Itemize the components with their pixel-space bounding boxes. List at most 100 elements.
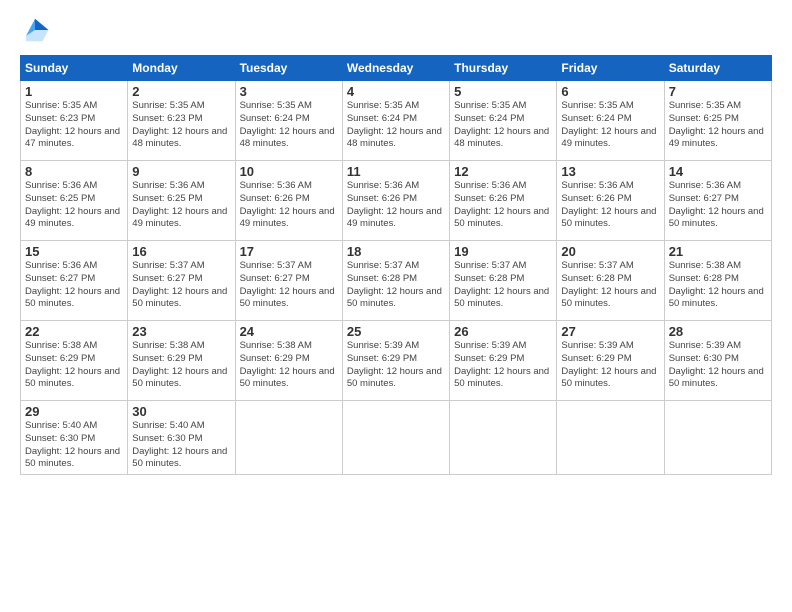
day-cell: [235, 401, 342, 475]
week-row-2: 8Sunrise: 5:36 AMSunset: 6:25 PMDaylight…: [21, 161, 772, 241]
weekday-header-wednesday: Wednesday: [342, 56, 449, 81]
day-number: 6: [561, 84, 659, 99]
day-info: Sunrise: 5:35 AMSunset: 6:24 PMDaylight:…: [240, 100, 338, 151]
day-number: 3: [240, 84, 338, 99]
day-info: Sunrise: 5:37 AMSunset: 6:27 PMDaylight:…: [132, 260, 230, 311]
day-info: Sunrise: 5:35 AMSunset: 6:23 PMDaylight:…: [132, 100, 230, 151]
day-cell: 17Sunrise: 5:37 AMSunset: 6:27 PMDayligh…: [235, 241, 342, 321]
day-number: 20: [561, 244, 659, 259]
day-info: Sunrise: 5:36 AMSunset: 6:26 PMDaylight:…: [240, 180, 338, 231]
day-info: Sunrise: 5:37 AMSunset: 6:28 PMDaylight:…: [347, 260, 445, 311]
day-cell: [450, 401, 557, 475]
day-info: Sunrise: 5:39 AMSunset: 6:29 PMDaylight:…: [561, 340, 659, 391]
day-info: Sunrise: 5:39 AMSunset: 6:29 PMDaylight:…: [454, 340, 552, 391]
day-number: 15: [25, 244, 123, 259]
day-info: Sunrise: 5:36 AMSunset: 6:27 PMDaylight:…: [669, 180, 767, 231]
day-info: Sunrise: 5:37 AMSunset: 6:28 PMDaylight:…: [561, 260, 659, 311]
page: SundayMondayTuesdayWednesdayThursdayFrid…: [0, 0, 792, 612]
day-number: 29: [25, 404, 123, 419]
day-cell: 24Sunrise: 5:38 AMSunset: 6:29 PMDayligh…: [235, 321, 342, 401]
day-cell: 2Sunrise: 5:35 AMSunset: 6:23 PMDaylight…: [128, 81, 235, 161]
day-cell: 1Sunrise: 5:35 AMSunset: 6:23 PMDaylight…: [21, 81, 128, 161]
logo: [20, 15, 54, 45]
header: [20, 15, 772, 45]
day-info: Sunrise: 5:40 AMSunset: 6:30 PMDaylight:…: [25, 420, 123, 471]
day-number: 19: [454, 244, 552, 259]
day-cell: 11Sunrise: 5:36 AMSunset: 6:26 PMDayligh…: [342, 161, 449, 241]
day-number: 10: [240, 164, 338, 179]
weekday-header-tuesday: Tuesday: [235, 56, 342, 81]
day-cell: 30Sunrise: 5:40 AMSunset: 6:30 PMDayligh…: [128, 401, 235, 475]
day-cell: 15Sunrise: 5:36 AMSunset: 6:27 PMDayligh…: [21, 241, 128, 321]
day-number: 23: [132, 324, 230, 339]
day-cell: 26Sunrise: 5:39 AMSunset: 6:29 PMDayligh…: [450, 321, 557, 401]
day-number: 11: [347, 164, 445, 179]
day-info: Sunrise: 5:39 AMSunset: 6:29 PMDaylight:…: [347, 340, 445, 391]
day-number: 16: [132, 244, 230, 259]
day-cell: 16Sunrise: 5:37 AMSunset: 6:27 PMDayligh…: [128, 241, 235, 321]
day-number: 25: [347, 324, 445, 339]
day-cell: 8Sunrise: 5:36 AMSunset: 6:25 PMDaylight…: [21, 161, 128, 241]
day-number: 14: [669, 164, 767, 179]
logo-icon: [20, 15, 50, 45]
week-row-4: 22Sunrise: 5:38 AMSunset: 6:29 PMDayligh…: [21, 321, 772, 401]
day-cell: 12Sunrise: 5:36 AMSunset: 6:26 PMDayligh…: [450, 161, 557, 241]
day-cell: 3Sunrise: 5:35 AMSunset: 6:24 PMDaylight…: [235, 81, 342, 161]
day-info: Sunrise: 5:36 AMSunset: 6:27 PMDaylight:…: [25, 260, 123, 311]
day-cell: 23Sunrise: 5:38 AMSunset: 6:29 PMDayligh…: [128, 321, 235, 401]
day-cell: [557, 401, 664, 475]
day-info: Sunrise: 5:36 AMSunset: 6:26 PMDaylight:…: [454, 180, 552, 231]
day-cell: 13Sunrise: 5:36 AMSunset: 6:26 PMDayligh…: [557, 161, 664, 241]
weekday-header-monday: Monday: [128, 56, 235, 81]
day-number: 5: [454, 84, 552, 99]
day-cell: 29Sunrise: 5:40 AMSunset: 6:30 PMDayligh…: [21, 401, 128, 475]
weekday-header-friday: Friday: [557, 56, 664, 81]
day-cell: 5Sunrise: 5:35 AMSunset: 6:24 PMDaylight…: [450, 81, 557, 161]
day-number: 28: [669, 324, 767, 339]
week-row-1: 1Sunrise: 5:35 AMSunset: 6:23 PMDaylight…: [21, 81, 772, 161]
day-cell: 9Sunrise: 5:36 AMSunset: 6:25 PMDaylight…: [128, 161, 235, 241]
day-cell: 21Sunrise: 5:38 AMSunset: 6:28 PMDayligh…: [664, 241, 771, 321]
day-number: 2: [132, 84, 230, 99]
week-row-3: 15Sunrise: 5:36 AMSunset: 6:27 PMDayligh…: [21, 241, 772, 321]
week-row-5: 29Sunrise: 5:40 AMSunset: 6:30 PMDayligh…: [21, 401, 772, 475]
day-number: 21: [669, 244, 767, 259]
weekday-header-thursday: Thursday: [450, 56, 557, 81]
day-info: Sunrise: 5:38 AMSunset: 6:29 PMDaylight:…: [132, 340, 230, 391]
day-number: 22: [25, 324, 123, 339]
day-number: 4: [347, 84, 445, 99]
day-info: Sunrise: 5:36 AMSunset: 6:25 PMDaylight:…: [25, 180, 123, 231]
day-info: Sunrise: 5:36 AMSunset: 6:26 PMDaylight:…: [347, 180, 445, 231]
weekday-header-sunday: Sunday: [21, 56, 128, 81]
day-info: Sunrise: 5:37 AMSunset: 6:27 PMDaylight:…: [240, 260, 338, 311]
day-number: 1: [25, 84, 123, 99]
day-info: Sunrise: 5:35 AMSunset: 6:24 PMDaylight:…: [561, 100, 659, 151]
day-number: 7: [669, 84, 767, 99]
day-cell: 4Sunrise: 5:35 AMSunset: 6:24 PMDaylight…: [342, 81, 449, 161]
day-number: 27: [561, 324, 659, 339]
day-number: 9: [132, 164, 230, 179]
day-cell: 25Sunrise: 5:39 AMSunset: 6:29 PMDayligh…: [342, 321, 449, 401]
day-cell: 28Sunrise: 5:39 AMSunset: 6:30 PMDayligh…: [664, 321, 771, 401]
weekday-header-saturday: Saturday: [664, 56, 771, 81]
day-number: 24: [240, 324, 338, 339]
day-info: Sunrise: 5:38 AMSunset: 6:29 PMDaylight:…: [25, 340, 123, 391]
day-cell: 27Sunrise: 5:39 AMSunset: 6:29 PMDayligh…: [557, 321, 664, 401]
day-info: Sunrise: 5:36 AMSunset: 6:26 PMDaylight:…: [561, 180, 659, 231]
day-cell: [342, 401, 449, 475]
day-number: 12: [454, 164, 552, 179]
day-info: Sunrise: 5:36 AMSunset: 6:25 PMDaylight:…: [132, 180, 230, 231]
day-info: Sunrise: 5:35 AMSunset: 6:24 PMDaylight:…: [454, 100, 552, 151]
day-info: Sunrise: 5:37 AMSunset: 6:28 PMDaylight:…: [454, 260, 552, 311]
day-cell: 20Sunrise: 5:37 AMSunset: 6:28 PMDayligh…: [557, 241, 664, 321]
day-number: 17: [240, 244, 338, 259]
day-info: Sunrise: 5:35 AMSunset: 6:25 PMDaylight:…: [669, 100, 767, 151]
day-number: 8: [25, 164, 123, 179]
day-info: Sunrise: 5:35 AMSunset: 6:24 PMDaylight:…: [347, 100, 445, 151]
day-number: 30: [132, 404, 230, 419]
day-info: Sunrise: 5:39 AMSunset: 6:30 PMDaylight:…: [669, 340, 767, 391]
day-cell: 22Sunrise: 5:38 AMSunset: 6:29 PMDayligh…: [21, 321, 128, 401]
day-info: Sunrise: 5:35 AMSunset: 6:23 PMDaylight:…: [25, 100, 123, 151]
day-info: Sunrise: 5:40 AMSunset: 6:30 PMDaylight:…: [132, 420, 230, 471]
day-number: 26: [454, 324, 552, 339]
